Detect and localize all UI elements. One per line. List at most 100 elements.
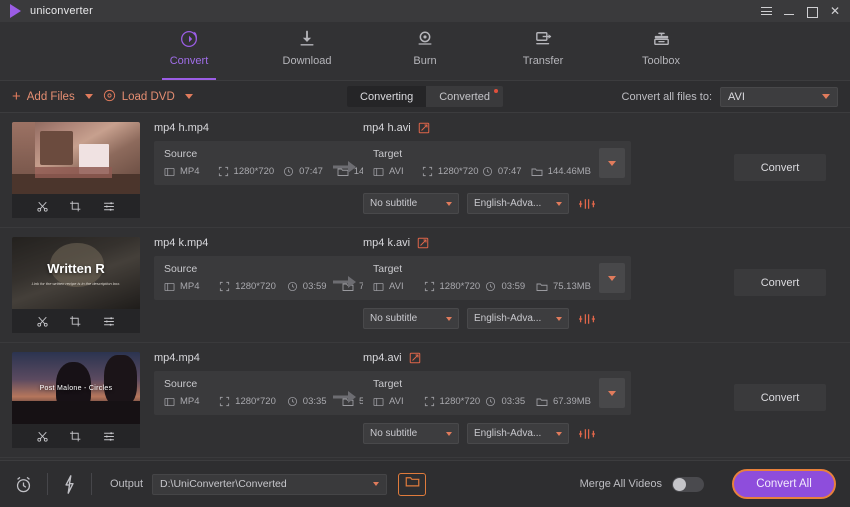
rename-edit-icon[interactable]: [409, 352, 421, 364]
merge-all-videos-label: Merge All Videos: [579, 478, 662, 490]
target-format-dropdown[interactable]: [599, 263, 625, 293]
output-format-value: AVI: [728, 90, 745, 103]
maximize-icon[interactable]: [805, 4, 819, 18]
target-format-dropdown[interactable]: [599, 378, 625, 408]
output-format-select[interactable]: AVI: [720, 86, 838, 107]
target-size-chip: 67.39MB: [536, 396, 591, 407]
add-audio-track-icon[interactable]: [577, 425, 597, 443]
convert-button-label: Convert: [760, 161, 800, 174]
source-filename: mp4 h.mp4: [154, 122, 210, 134]
output-path-select[interactable]: D:\UniConverter\Converted: [152, 473, 388, 495]
add-audio-track-icon[interactable]: [577, 195, 597, 213]
source-format-chip: MP4: [164, 281, 219, 292]
merge-all-videos-group: Merge All Videos Convert All: [580, 469, 836, 499]
browse-folder-button[interactable]: [398, 472, 427, 496]
chevron-down-icon: [373, 482, 380, 486]
tab-transfer[interactable]: Transfer: [504, 28, 582, 74]
subtitle-select[interactable]: No subtitle: [363, 193, 459, 214]
source-filename: mp4.mp4: [154, 352, 200, 364]
rename-edit-icon[interactable]: [418, 122, 430, 134]
target-format-dropdown[interactable]: [599, 148, 625, 178]
download-icon: [297, 28, 317, 50]
subtitle-value: No subtitle: [370, 313, 418, 324]
target-filename-row: mp4.avi: [363, 352, 653, 364]
toggle-knob: [673, 477, 686, 491]
window-controls: ✕: [759, 4, 844, 18]
tab-download[interactable]: Download: [268, 28, 346, 74]
disc-icon: [103, 89, 116, 105]
add-files-dropdown-arrow[interactable]: [84, 94, 93, 99]
target-duration-chip: 07:47: [482, 166, 531, 177]
video-thumbnail-3[interactable]: Post Malone - Circles: [12, 352, 140, 449]
row-action-2: Convert: [653, 237, 838, 334]
convert-button[interactable]: Convert: [734, 269, 826, 296]
app-title: uniconverter: [30, 5, 93, 17]
effects-settings-icon[interactable]: [102, 315, 116, 328]
menu-icon[interactable]: [759, 4, 773, 18]
scheduler-alarm-icon[interactable]: [14, 475, 33, 494]
audio-track-select[interactable]: English-Adva...: [467, 308, 569, 329]
crop-icon[interactable]: [69, 315, 82, 328]
target-filename: mp4 k.avi: [363, 237, 411, 249]
target-details-box: Target AVI 1280*720 03:59 75.13MB: [363, 256, 631, 300]
target-details-box: Target AVI 1280*720 07:47 144.46MB: [363, 141, 631, 185]
trim-scissors-icon[interactable]: [36, 200, 49, 213]
add-files-label: Add Files: [26, 90, 75, 103]
convert-all-button[interactable]: Convert All: [732, 469, 836, 499]
tab-burn[interactable]: Burn: [386, 28, 464, 74]
thumbnail-toolbar: [12, 194, 140, 218]
tab-converting[interactable]: Converting: [347, 86, 427, 107]
tab-toolbox-label: Toolbox: [642, 55, 680, 67]
rename-edit-icon[interactable]: [417, 237, 429, 249]
subtitle-select[interactable]: No subtitle: [363, 423, 459, 444]
subtitle-select[interactable]: No subtitle: [363, 308, 459, 329]
close-icon[interactable]: ✕: [828, 4, 842, 18]
audio-track-select[interactable]: English-Adva...: [467, 423, 569, 444]
tab-download-label: Download: [282, 55, 332, 67]
target-size-chip: 144.46MB: [531, 166, 591, 177]
audio-track-select[interactable]: English-Adva...: [467, 193, 569, 214]
convert-button[interactable]: Convert: [734, 154, 826, 181]
target-size-chip: 75.13MB: [536, 281, 591, 292]
tab-toolbox[interactable]: Toolbox: [622, 28, 700, 74]
target-duration-chip: 03:35: [485, 396, 536, 407]
convert-all-to-group: Convert all files to: AVI: [622, 86, 838, 107]
track-selectors-1: No subtitle English-Adva...: [363, 193, 653, 214]
effects-settings-icon[interactable]: [102, 200, 116, 213]
trim-scissors-icon[interactable]: [36, 430, 49, 443]
file-list[interactable]: mp4 h.mp4 Source MP4 1280*720 07:47 mp4 …: [0, 113, 850, 460]
conversion-arrow-1: [327, 122, 363, 219]
add-files-button[interactable]: + Add Files: [12, 89, 75, 104]
crop-icon[interactable]: [69, 430, 82, 443]
target-duration-chip: 03:59: [485, 281, 536, 292]
minimize-icon[interactable]: [782, 4, 796, 18]
effects-settings-icon[interactable]: [102, 430, 116, 443]
load-dvd-button[interactable]: Load DVD: [103, 89, 175, 105]
chevron-down-icon: [446, 431, 452, 436]
transfer-icon: [533, 28, 554, 50]
target-box-title: Target: [373, 378, 403, 390]
merge-all-videos-toggle[interactable]: [672, 476, 704, 492]
target-info-2: mp4 k.avi Target AVI 1280*720 03:59 75.1…: [363, 237, 653, 334]
audio-value: English-Adva...: [474, 428, 542, 439]
crop-icon[interactable]: [69, 200, 82, 213]
tab-convert[interactable]: Convert: [150, 28, 228, 80]
add-audio-track-icon[interactable]: [577, 310, 597, 328]
thumbnail-image: [12, 122, 140, 194]
load-dvd-dropdown-arrow[interactable]: [184, 94, 193, 99]
video-thumbnail-1[interactable]: [12, 122, 140, 219]
target-info-3: mp4.avi Target AVI 1280*720 03:35 67.39M…: [363, 352, 653, 449]
convert-button[interactable]: Convert: [734, 384, 826, 411]
chevron-down-icon: [608, 275, 616, 281]
convert-button-label: Convert: [760, 391, 800, 404]
video-thumbnail-2[interactable]: Written R Link for the written recipe is…: [12, 237, 140, 334]
high-speed-lightning-icon[interactable]: [62, 474, 77, 494]
convert-all-button-label: Convert All: [756, 478, 812, 490]
source-resolution-chip: 1280*720: [219, 281, 287, 292]
trim-scissors-icon[interactable]: [36, 315, 49, 328]
tab-converted[interactable]: Converted: [426, 86, 503, 107]
chevron-down-icon: [608, 160, 616, 166]
audio-value: English-Adva...: [474, 313, 542, 324]
target-resolution-chip: 1280*720: [424, 396, 486, 407]
thumbnail-toolbar: [12, 309, 140, 333]
